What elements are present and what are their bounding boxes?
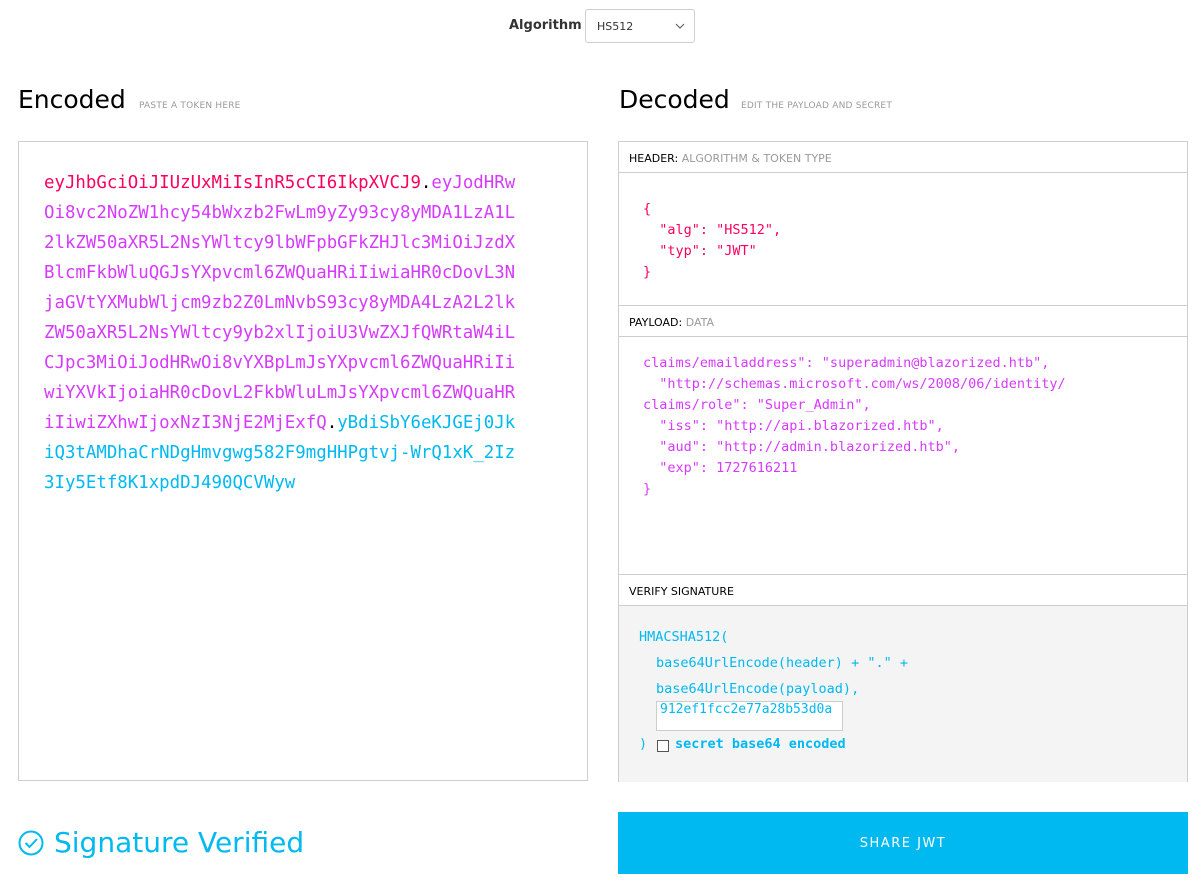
payload-section-sublabel: DATA (685, 316, 715, 329)
payload-section-label: PAYLOAD: (629, 316, 683, 329)
secret-input[interactable]: 912ef1fcc2e77a28b53d0a (656, 701, 843, 731)
payload-json-editor[interactable]: claims/emailaddress": "superadmin@blazor… (619, 337, 1187, 575)
signature-status-text: Signature Verified (54, 826, 305, 859)
algorithm-label: Algorithm (509, 18, 582, 33)
encoded-subtitle: PASTE A TOKEN HERE (139, 101, 241, 111)
encoded-title: Encoded (18, 85, 126, 114)
header-section-sublabel: ALGORITHM & TOKEN TYPE (681, 152, 832, 165)
algorithm-select[interactable]: HS512 (585, 9, 695, 43)
decoded-title: Decoded (619, 85, 730, 114)
header-section-title: HEADER: ALGORITHM & TOKEN TYPE (619, 142, 1187, 173)
decoded-subtitle: EDIT THE PAYLOAD AND SECRET (741, 101, 893, 111)
verify-section-title: VERIFY SIGNATURE (619, 575, 1187, 606)
verify-line-payload: base64UrlEncode(payload), (656, 681, 860, 697)
token-dot: . (420, 173, 432, 193)
secret-base64-label[interactable]: secret base64 encoded (675, 736, 846, 752)
payload-json[interactable]: claims/emailaddress": "superadmin@blazor… (643, 353, 1066, 500)
token-dot: . (326, 413, 338, 433)
decoded-panel: HEADER: ALGORITHM & TOKEN TYPE { "alg": … (618, 141, 1188, 782)
algorithm-selected-value: HS512 (597, 20, 634, 33)
share-jwt-button[interactable]: SHARE JWT (618, 812, 1188, 874)
secret-base64-checkbox[interactable] (657, 740, 669, 752)
token-header-part: eyJhbGciOiJIUzUxMiIsInR5cCI6IkpXVCJ9 (44, 173, 421, 193)
check-circle-icon (18, 830, 44, 856)
encoded-token-editor[interactable]: eyJhbGciOiJIUzUxMiIsInR5cCI6IkpXVCJ9.eyJ… (18, 141, 588, 781)
payload-section-title: PAYLOAD: DATA (619, 306, 1187, 337)
encoded-token-text[interactable]: eyJhbGciOiJIUzUxMiIsInR5cCI6IkpXVCJ9.eyJ… (44, 168, 524, 498)
header-section-label: HEADER: (629, 152, 679, 165)
token-payload-part: eyJodHRwOi8vc2NoZW1hcy54bWxzb2FwLm9yZy93… (44, 173, 516, 433)
header-json[interactable]: { "alg": "HS512", "typ": "JWT" } (643, 199, 781, 283)
header-json-editor[interactable]: { "alg": "HS512", "typ": "JWT" } (619, 173, 1187, 306)
verify-line-hmac: HMACSHA512( (639, 629, 729, 645)
chevron-down-icon (675, 23, 685, 29)
verify-section-label: VERIFY SIGNATURE (629, 585, 734, 598)
verify-line-header: base64UrlEncode(header) + "." + (656, 655, 908, 671)
verify-signature-body: HMACSHA512( base64UrlEncode(header) + ".… (619, 606, 1187, 782)
verify-line-close: ) (639, 736, 648, 752)
